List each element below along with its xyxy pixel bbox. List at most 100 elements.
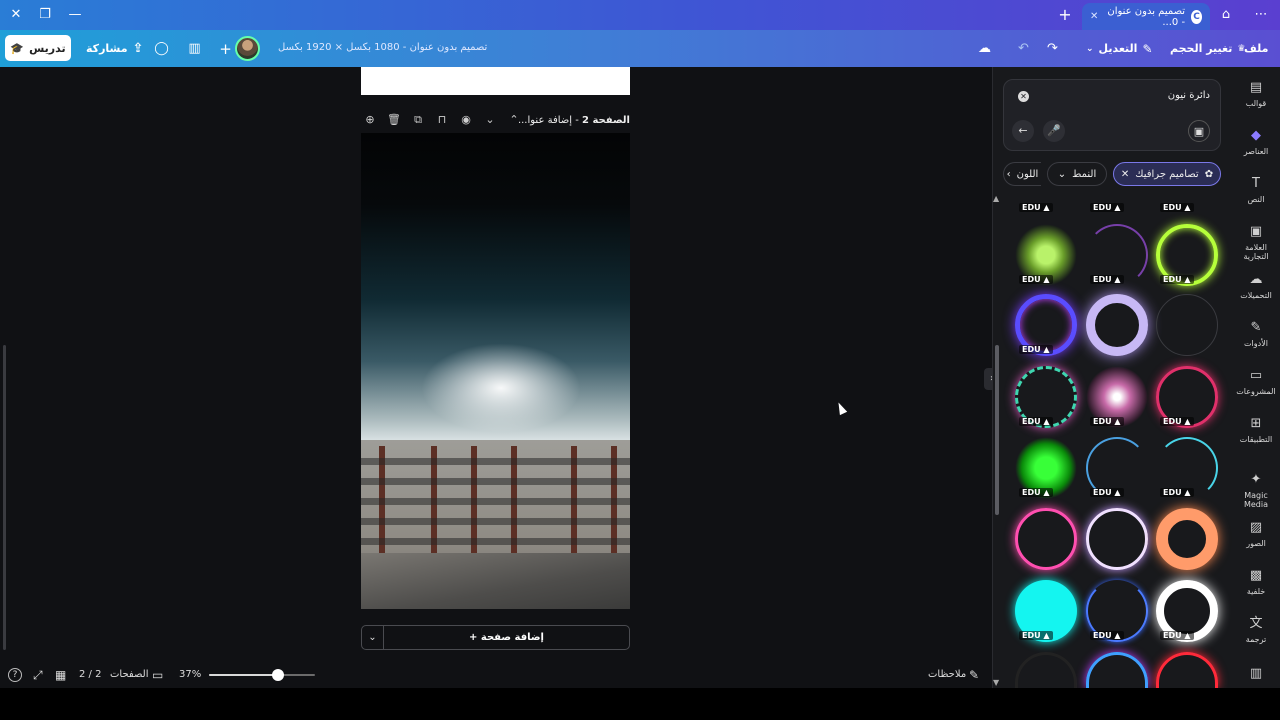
rail-item-apps[interactable]: ⊞ التطبيقات <box>1232 416 1280 444</box>
edu-badge: EDU ▲ <box>1019 203 1053 212</box>
page-number-label: الصفحة 2 <box>582 114 630 126</box>
page-1-preview[interactable] <box>361 67 630 95</box>
remove-filter-icon[interactable]: ✕ <box>1121 169 1129 180</box>
clear-search-icon[interactable]: ✕ <box>1018 91 1029 102</box>
duplicate-icon[interactable]: ⧉ <box>411 113 425 127</box>
undo-icon[interactable]: ↶ <box>1011 36 1036 61</box>
rail-item-elements[interactable]: ◆ العناصر <box>1232 128 1280 156</box>
zoom-slider-handle[interactable] <box>271 669 284 681</box>
grid-view-icon[interactable]: ▦ <box>55 668 66 682</box>
rail-item-text[interactable]: T النص <box>1232 176 1280 204</box>
rail-item-projects[interactable]: ▭ المشروعات <box>1232 368 1280 396</box>
edit-mode-button[interactable]: ⌄ التعديل ✎ <box>1086 36 1153 61</box>
image-search-icon[interactable]: ▣ <box>1188 120 1210 142</box>
photos-icon: ▨ <box>1249 520 1263 535</box>
filter-color[interactable]: اللون › <box>1003 162 1041 186</box>
back-arrow-icon[interactable]: ← <box>1012 120 1034 142</box>
zoom-percentage[interactable]: 37% <box>179 668 201 682</box>
add-page-icon[interactable]: ⊕ <box>363 113 377 127</box>
rail-item-label: الأدوات <box>1244 339 1268 348</box>
bottom-bar: ? ⤢ ▦ 2 / 2 الصفحات ▭ 37% ملاحظات ✎ <box>0 660 992 688</box>
panel-scrollbar-thumb[interactable] <box>995 345 999 515</box>
rail-item-translate[interactable]: 文 ترجمة <box>1232 616 1280 644</box>
share-button[interactable]: مشاركة ⇪ <box>86 36 143 61</box>
rail-item-label: التحميلات <box>1240 291 1272 300</box>
brand-icon: ▣ <box>1249 224 1263 239</box>
page-2-canvas[interactable] <box>361 133 630 609</box>
lock-icon[interactable]: ⊓ <box>435 113 449 127</box>
rail-item-label: العناصر <box>1243 147 1269 156</box>
filter-graphics[interactable]: ✿ تصاميم جرافيك ✕ <box>1113 162 1221 186</box>
file-menu-button[interactable]: ملف <box>1244 36 1268 61</box>
filter-graphics-label: تصاميم جرافيك <box>1135 168 1199 180</box>
fullscreen-icon[interactable]: ⤢ <box>33 668 43 682</box>
microphone-icon[interactable]: 🎤 <box>1043 120 1065 142</box>
neon-circle-element[interactable] <box>1156 508 1218 570</box>
hide-eye-icon[interactable]: ◉ <box>459 113 473 127</box>
notes-button[interactable]: ملاحظات <box>928 668 966 682</box>
avatar[interactable] <box>235 36 260 61</box>
neon-circle-element[interactable] <box>1086 508 1148 570</box>
pages-icon[interactable]: ▭ <box>152 668 163 682</box>
edu-badge: EDU ▲ <box>1160 631 1194 640</box>
page-title[interactable]: الصفحة 2 - إضافة عنوا... <box>518 115 630 126</box>
resize-button[interactable]: تغيير الحجم ♛ <box>1170 36 1245 61</box>
neon-circle-element[interactable] <box>1156 294 1218 356</box>
redo-icon[interactable]: ↷ <box>1040 36 1065 61</box>
rail-item-photos[interactable]: ▨ الصور <box>1232 520 1280 548</box>
rail-item-charts[interactable]: ▥ <box>1232 666 1280 685</box>
canva-logo-icon: C <box>1191 9 1202 24</box>
restore-window-icon[interactable]: ❐ <box>37 7 53 23</box>
home-icon[interactable]: ⌂ <box>1218 7 1234 23</box>
rail-item-label: التطبيقات <box>1239 435 1273 444</box>
scroll-down-icon[interactable]: ▼ <box>993 678 999 687</box>
chevron-up-icon[interactable]: ⌃ <box>507 113 521 127</box>
browser-tab[interactable]: C تصميم بدون عنوان - 0... ✕ <box>1082 3 1210 30</box>
rail-item-magic-media[interactable]: ✦ Magic Media <box>1232 472 1280 509</box>
rail-item-brand[interactable]: ▣ العلامة التجارية <box>1232 224 1280 261</box>
rail-item-templates[interactable]: ▤ قوالب <box>1232 80 1280 108</box>
screen-bottom-strip <box>0 688 1280 720</box>
search-input[interactable]: دائرة نيون <box>1040 90 1210 101</box>
chevron-down-icon[interactable]: ⌄ <box>483 113 497 127</box>
help-icon[interactable]: ? <box>8 668 22 682</box>
edu-badge: EDU ▲ <box>1019 488 1053 497</box>
page-toolbar: الصفحة 2 - إضافة عنوا... ⌃ ⌄ ◉ ⊓ ⧉ 🗑 ⊕ <box>361 110 630 130</box>
edit-label: التعديل <box>1098 42 1138 55</box>
insights-icon[interactable]: ▥ <box>182 36 207 61</box>
comment-icon[interactable]: ◯ <box>149 36 174 61</box>
rail-item-tools[interactable]: ✎ الأدوات <box>1232 320 1280 348</box>
close-tab-icon[interactable]: ✕ <box>1090 11 1098 22</box>
notes-icon[interactable]: ✎ <box>969 668 979 682</box>
zoom-slider-fill <box>209 674 278 676</box>
neon-circle-element[interactable] <box>1086 294 1148 356</box>
teach-button[interactable]: 🎓 تدريس <box>5 35 71 61</box>
edu-badge: EDU ▲ <box>1019 345 1053 354</box>
add-page-button[interactable]: + إضافة صفحة <box>384 632 629 643</box>
rail-item-uploads[interactable]: ☁ التحميلات <box>1232 272 1280 300</box>
edu-badge: EDU ▲ <box>1090 488 1124 497</box>
rail-item-background[interactable]: ▩ خلفية <box>1232 568 1280 596</box>
scroll-up-icon[interactable]: ▲ <box>993 194 999 203</box>
rail-item-label: الصور <box>1246 539 1266 548</box>
rail-item-label: Magic Media <box>1243 491 1269 509</box>
minimize-window-icon[interactable]: — <box>67 7 83 23</box>
new-tab-icon[interactable]: + <box>1057 7 1073 23</box>
chevron-down-icon: ⌄ <box>1057 168 1067 180</box>
magic-media-icon: ✦ <box>1250 472 1262 487</box>
chevron-down-icon[interactable]: ⌄ <box>362 626 384 649</box>
zoom-slider[interactable] <box>209 674 315 676</box>
document-title[interactable]: تصميم بدون عنوان - 1080 بكسل × 1920 بكسل <box>278 42 487 53</box>
share-label: مشاركة <box>86 42 128 55</box>
pages-button[interactable]: الصفحات <box>110 668 148 682</box>
neon-circle-element[interactable] <box>1015 508 1077 570</box>
more-menu-icon[interactable]: ⋯ <box>1253 7 1269 23</box>
close-window-icon[interactable]: ✕ <box>8 7 24 23</box>
filter-style[interactable]: النمط ⌄ <box>1047 162 1107 186</box>
edu-badge: EDU ▲ <box>1090 417 1124 426</box>
translate-icon: 文 <box>1249 616 1263 631</box>
delete-icon[interactable]: 🗑 <box>387 113 401 127</box>
rail-item-label: قوالب <box>1245 99 1267 108</box>
canvas-scrollbar[interactable] <box>3 345 6 650</box>
cloud-saved-icon[interactable]: ☁ <box>972 36 997 61</box>
